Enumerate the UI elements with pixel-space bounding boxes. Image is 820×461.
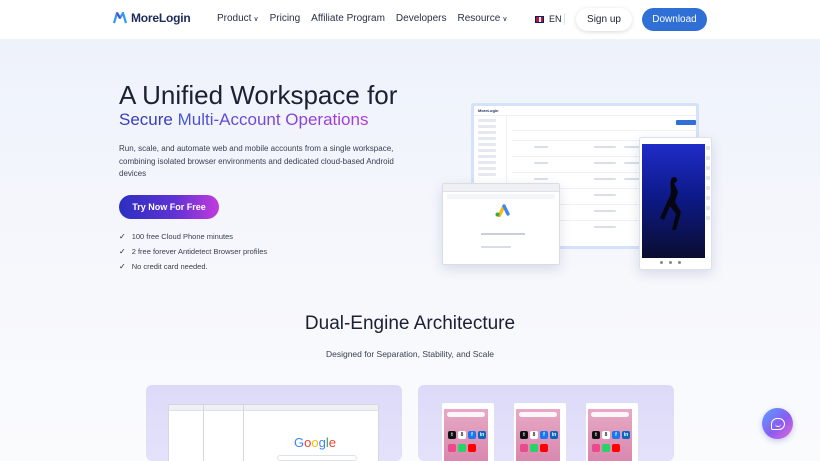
app-icon: 8: [458, 431, 466, 439]
nav-resource-label: Resource: [457, 13, 501, 24]
feature-item: ✓ No credit card needed.: [119, 262, 208, 271]
mock-cell: [594, 162, 616, 164]
app-icon: [458, 444, 466, 452]
google-ads-icon: [495, 204, 510, 217]
phone-screen: [642, 144, 705, 258]
browser-window-illustration: [442, 183, 560, 265]
google-search-box: [277, 455, 357, 461]
nav-affiliate-label: Affiliate Program: [311, 13, 385, 24]
feature-text: 2 free forever Antidetect Browser profil…: [131, 247, 268, 256]
nav-developers[interactable]: Developers: [396, 13, 447, 24]
phone-side-toolbar: [706, 146, 712, 226]
language-label: EN: [549, 14, 562, 24]
mock-address-bar: [447, 194, 555, 199]
nav-developers-label: Developers: [395, 13, 447, 24]
section-title: Dual-Engine Architecture: [304, 313, 516, 334]
mock-row: [512, 130, 696, 131]
mock-cell: [534, 178, 548, 180]
linkedin-icon: in: [622, 431, 630, 439]
facebook-icon: f: [612, 431, 620, 439]
check-icon: ✓: [119, 247, 126, 256]
mock-phone: t 8 f in: [586, 403, 638, 461]
nav-divider: [564, 13, 565, 25]
browser-engine-card: Google: [146, 385, 402, 461]
mock-titlebar: MoreLogin: [474, 106, 696, 116]
language-selector[interactable]: EN: [535, 14, 562, 24]
app-icon: [520, 444, 528, 452]
cloud-phone-card: t 8 f in t 8 f in t 8 f in: [418, 385, 674, 461]
mock-cell: [594, 210, 616, 212]
phone-nav-buttons: [660, 261, 681, 264]
section-subtitle: Designed for Separation, Stability, and …: [325, 349, 495, 359]
tiktok-icon: t: [592, 431, 600, 439]
nav-pricing[interactable]: Pricing: [270, 13, 301, 24]
chevron-down-icon: ∨: [253, 15, 259, 23]
mock-cell: [594, 146, 616, 148]
chat-widget-button[interactable]: [762, 408, 793, 439]
google-logo: Google: [294, 435, 336, 450]
nav-product[interactable]: Product ∨: [217, 13, 259, 24]
mock-cell: [594, 194, 616, 196]
download-button[interactable]: Download: [642, 8, 707, 31]
feature-text: No credit card needed.: [131, 262, 208, 271]
check-icon: ✓: [119, 262, 126, 271]
nav-resource[interactable]: Resource ∨: [458, 13, 508, 24]
tiktok-icon: t: [448, 431, 456, 439]
top-navbar: MoreLogin Product ∨ Pricing Affiliate Pr…: [0, 0, 820, 39]
check-icon: ✓: [119, 232, 126, 241]
mock-cell: [534, 162, 548, 164]
facebook-icon: f: [540, 431, 548, 439]
mock-action-button: [676, 120, 696, 125]
app-icon: 8: [602, 431, 610, 439]
mock-cell: [594, 226, 616, 228]
hero-subtitle-highlight: Multi-Account Operations: [177, 110, 369, 129]
mock-cell: [534, 146, 548, 148]
facebook-icon: f: [468, 431, 476, 439]
try-now-button[interactable]: Try Now For Free: [119, 195, 219, 219]
mock-browser-tabbar: [443, 184, 559, 192]
dancer-figure-icon: [660, 177, 681, 230]
morelogin-logo-icon: [113, 12, 127, 24]
cloud-phone-illustration: [639, 137, 712, 270]
app-icon: [468, 444, 476, 452]
hero-subtitle-prefix: Secure: [119, 110, 178, 129]
feature-item: ✓ 100 free Cloud Phone minutes: [119, 232, 233, 241]
signup-button[interactable]: Sign up: [576, 8, 632, 31]
feature-text: 100 free Cloud Phone minutes: [131, 232, 234, 241]
mock-phone: t 8 f in: [514, 403, 566, 461]
hero-subtitle: Secure Multi-Account Operations: [119, 110, 368, 130]
mock-brand: MoreLogin: [478, 108, 499, 113]
chat-widget-icon: [770, 417, 785, 430]
nav-product-label: Product: [217, 13, 252, 24]
nav-links: Product ∨ Pricing Affiliate Program Deve…: [217, 13, 518, 24]
mock-phone: t 8 f in: [442, 403, 494, 461]
brand-name: MoreLogin: [131, 11, 191, 25]
app-icon: [448, 444, 456, 452]
linkedin-icon: in: [478, 431, 486, 439]
app-icon: [540, 444, 548, 452]
app-icon: 8: [530, 431, 538, 439]
mock-input-line: [481, 233, 525, 235]
feature-item: ✓ 2 free forever Antidetect Browser prof…: [119, 247, 267, 256]
mock-browser-window: Google: [243, 404, 379, 461]
app-icon: [530, 444, 538, 452]
mock-input-line: [481, 246, 511, 248]
app-icon: [612, 444, 620, 452]
mock-cell: [594, 178, 616, 180]
app-icon: [592, 444, 600, 452]
hero-description: Run, scale, and automate web and mobile …: [119, 144, 394, 178]
nav-pricing-label: Pricing: [269, 13, 301, 24]
brand-logo[interactable]: MoreLogin: [113, 11, 191, 25]
app-icon: [602, 444, 610, 452]
chevron-down-icon: ∨: [502, 15, 508, 23]
linkedin-icon: in: [550, 431, 558, 439]
tiktok-icon: t: [520, 431, 528, 439]
uk-flag-icon: [535, 15, 544, 23]
hero-title: A Unified Workspace for: [119, 80, 398, 110]
nav-affiliate[interactable]: Affiliate Program: [311, 13, 385, 24]
